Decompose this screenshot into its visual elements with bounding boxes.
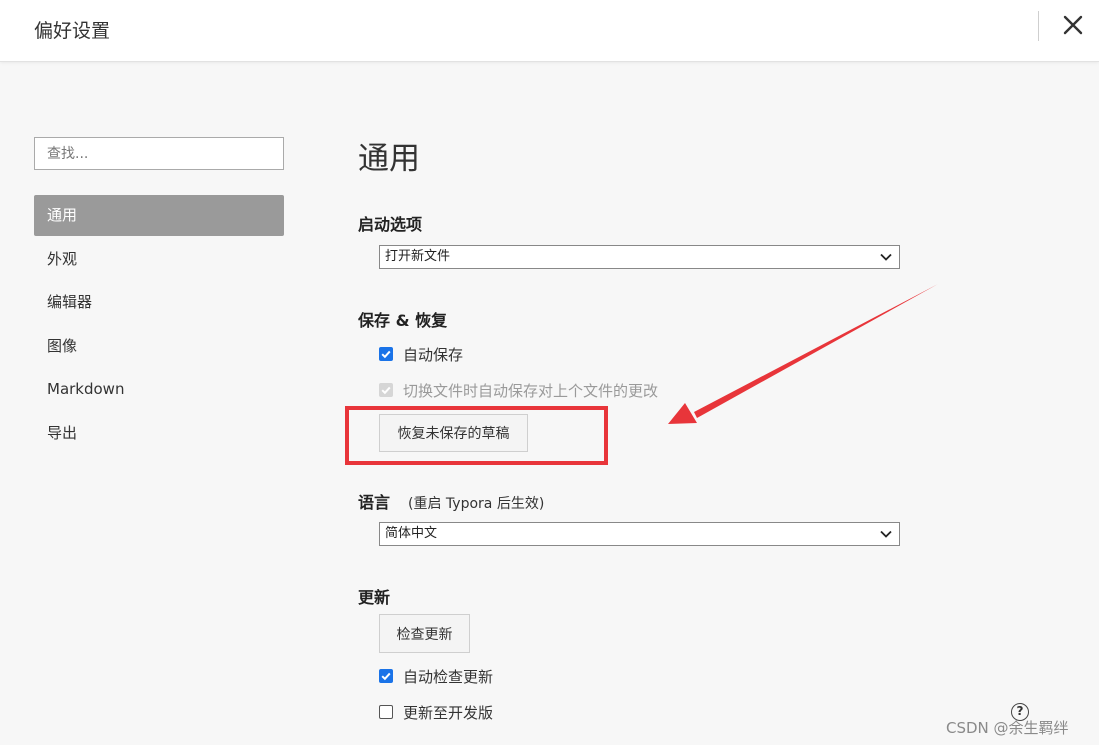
search-input[interactable] <box>34 137 284 170</box>
check-update-button[interactable]: 检查更新 <box>379 614 470 653</box>
sidebar-item-image[interactable]: 图像 <box>34 326 284 367</box>
language-select-value: 简体中文 <box>385 526 438 541</box>
watermark: CSDN @余生羁绊 <box>946 719 1069 737</box>
auto-save-checkbox[interactable] <box>379 347 393 361</box>
chevron-down-icon <box>880 530 892 538</box>
startup-heading: 启动选项 <box>358 215 423 234</box>
language-select[interactable]: 简体中文 <box>379 522 900 546</box>
chevron-down-icon <box>880 253 892 261</box>
sidebar-item-general[interactable]: 通用 <box>34 195 284 236</box>
window-title: 偏好设置 <box>34 20 111 42</box>
auto-save-label: 自动保存 <box>403 345 464 364</box>
auto-save-option[interactable]: 自动保存 <box>379 344 463 364</box>
switch-save-checkbox <box>379 383 393 397</box>
settings-panel: 通用 启动选项 打开新文件 保存 & 恢复 自动保存 切换文件时自动保存对上个文… <box>358 0 978 745</box>
sidebar-item-editor[interactable]: 编辑器 <box>34 282 284 323</box>
close-icon[interactable] <box>1058 10 1088 40</box>
language-restart-hint: (重启 Typora 后生效) <box>408 496 545 512</box>
sidebar-nav: 通用 外观 编辑器 图像 Markdown 导出 <box>34 195 284 454</box>
switch-save-label: 切换文件时自动保存对上个文件的更改 <box>403 381 659 400</box>
title-divider <box>1038 11 1039 41</box>
checkmark-icon <box>381 350 391 359</box>
annotation-highlight-box <box>345 406 608 465</box>
dev-build-checkbox[interactable] <box>379 705 393 719</box>
sidebar-item-export[interactable]: 导出 <box>34 413 284 454</box>
auto-check-label: 自动检查更新 <box>403 667 494 686</box>
update-heading: 更新 <box>358 588 391 607</box>
save-restore-heading: 保存 & 恢复 <box>358 311 448 330</box>
switch-save-option: 切换文件时自动保存对上个文件的更改 <box>379 380 658 400</box>
language-heading: 语言 (重启 Typora 后生效) <box>358 489 544 513</box>
sidebar-item-markdown[interactable]: Markdown <box>34 369 284 410</box>
dev-build-label: 更新至开发版 <box>403 703 494 722</box>
auto-check-checkbox[interactable] <box>379 669 393 683</box>
checkmark-icon <box>381 386 391 395</box>
sidebar: 通用 外观 编辑器 图像 Markdown 导出 <box>34 137 284 456</box>
page-title: 通用 <box>358 141 420 177</box>
language-heading-label: 语言 <box>358 493 391 512</box>
dev-build-option[interactable]: 更新至开发版 <box>379 702 493 722</box>
startup-select-value: 打开新文件 <box>385 249 451 264</box>
startup-select[interactable]: 打开新文件 <box>379 245 900 269</box>
auto-check-option[interactable]: 自动检查更新 <box>379 666 493 686</box>
checkmark-icon <box>381 672 391 681</box>
sidebar-item-appearance[interactable]: 外观 <box>34 239 284 280</box>
